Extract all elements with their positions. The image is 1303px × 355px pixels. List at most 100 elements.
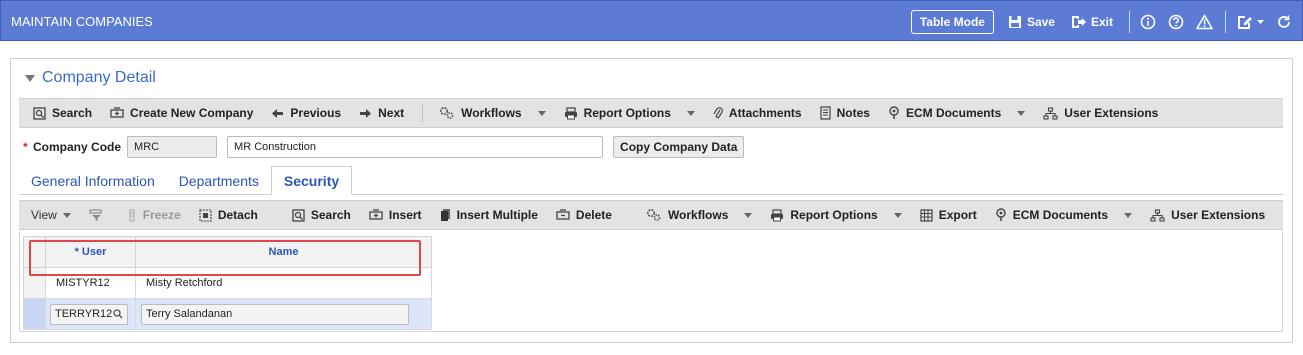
user-lookup-value: TERRYR12 (55, 308, 113, 320)
workflows-button[interactable]: Workflows (439, 106, 546, 120)
create-icon (110, 107, 124, 119)
grid-report-options-button[interactable]: Report Options (770, 208, 902, 222)
hierarchy-icon (1043, 106, 1058, 120)
detach-label: Detach (217, 208, 258, 222)
delete-label: Delete (575, 208, 612, 222)
magnifier-icon[interactable] (113, 309, 123, 319)
name-input[interactable]: Terry Salandanan (141, 303, 409, 325)
arrow-left-icon (271, 108, 284, 119)
user-lookup-input[interactable]: TERRYR12 (50, 303, 128, 325)
grid-search-label: Search (310, 208, 351, 222)
save-label: Save (1026, 15, 1055, 29)
toolbar-divider (422, 104, 424, 122)
security-grid-area: * User Name MISTYR12 Misty Retchford TER… (19, 231, 1283, 332)
edit-menu-icon[interactable] (1236, 14, 1264, 30)
dropdown-caret-icon (686, 110, 695, 116)
export-button[interactable]: Export (920, 208, 977, 222)
grid-user-extensions-button[interactable]: User Extensions (1150, 208, 1265, 222)
save-button[interactable]: Save (1008, 15, 1055, 29)
user-extensions-button[interactable]: User Extensions (1043, 106, 1158, 120)
row-selector[interactable] (23, 298, 46, 330)
company-code-field[interactable]: MRC (127, 136, 218, 158)
name-cell: Terry Salandanan (135, 298, 432, 330)
column-header-user[interactable]: * User (45, 236, 136, 268)
help-icon[interactable] (1168, 14, 1184, 30)
toolbar-divider (1129, 11, 1130, 33)
delete-button[interactable]: Delete (556, 208, 612, 222)
insert-label: Insert (388, 208, 422, 222)
company-name-field[interactable]: MR Construction (227, 136, 604, 158)
detach-button[interactable]: Detach (199, 208, 258, 222)
notes-icon (819, 106, 831, 120)
table-row[interactable]: MISTYR12 Misty Retchford (23, 267, 432, 299)
attachments-button[interactable]: Attachments (713, 106, 802, 120)
dropdown-caret-icon (744, 212, 753, 218)
paperclip-icon (713, 106, 723, 120)
collapse-icon (25, 74, 35, 82)
freeze-button[interactable]: Freeze (127, 208, 181, 222)
company-code-label: * Company Code (23, 140, 121, 154)
dropdown-caret-icon (1017, 110, 1026, 116)
ecm-icon (995, 208, 1007, 222)
search-label: Search (52, 106, 93, 120)
insert-multiple-button[interactable]: Insert Multiple (440, 208, 538, 222)
tab-security[interactable]: Security (270, 166, 353, 195)
warning-icon[interactable] (1196, 14, 1213, 30)
grid-search-button[interactable]: Search (292, 208, 351, 222)
insert-multiple-icon (440, 208, 451, 222)
company-code-row: * Company Code MRC MR Construction Copy … (23, 136, 745, 158)
dropdown-caret-icon (1124, 212, 1133, 218)
ecm-icon (888, 106, 900, 120)
row-selector[interactable] (23, 267, 46, 299)
insert-multiple-label: Insert Multiple (456, 208, 538, 222)
refresh-icon[interactable] (1276, 14, 1292, 30)
app-title: MAINTAIN COMPANIES (11, 14, 153, 29)
dropdown-caret-icon (893, 212, 902, 218)
attachments-label: Attachments (728, 106, 802, 120)
tab-departments[interactable]: Departments (167, 168, 271, 194)
save-icon (1008, 16, 1021, 28)
table-row[interactable]: TERRYR12 Terry Salandanan (23, 298, 432, 330)
report-options-button[interactable]: Report Options (564, 106, 695, 120)
record-toolbar: Search Create New Company Previous Next … (19, 98, 1283, 128)
grid-report-options-label: Report Options (790, 208, 878, 222)
next-button[interactable]: Next (359, 106, 404, 120)
detach-icon (199, 208, 212, 222)
notes-button[interactable]: Notes (819, 106, 870, 120)
previous-button[interactable]: Previous (271, 106, 341, 120)
report-options-label: Report Options (583, 106, 671, 120)
search-button[interactable]: Search (33, 106, 92, 120)
create-new-company-button[interactable]: Create New Company (110, 106, 253, 120)
exit-icon (1071, 16, 1086, 28)
column-header-name[interactable]: Name (135, 236, 432, 268)
filter-button[interactable] (89, 208, 109, 222)
filter-icon (89, 208, 103, 222)
view-button[interactable]: View (31, 208, 71, 222)
printer-icon (564, 106, 578, 120)
section-title: Company Detail (42, 69, 156, 86)
exit-button[interactable]: Exit (1071, 15, 1113, 29)
export-table-icon (920, 208, 933, 222)
section-header[interactable]: Company Detail (25, 69, 156, 87)
table-mode-button[interactable]: Table Mode (910, 10, 994, 34)
user-cell[interactable]: MISTYR12 (45, 267, 136, 299)
info-icon[interactable] (1140, 14, 1156, 30)
user-cell: TERRYR12 (45, 298, 136, 330)
view-label: View (31, 208, 57, 222)
tab-general-information[interactable]: General Information (19, 168, 167, 194)
copy-company-data-button[interactable]: Copy Company Data (613, 136, 745, 158)
freeze-icon (127, 208, 137, 222)
required-mark: * (23, 140, 28, 154)
previous-label: Previous (290, 106, 342, 120)
grid-ecm-documents-button[interactable]: ECM Documents (995, 208, 1133, 222)
arrow-right-icon (359, 108, 372, 119)
row-selector-header[interactable] (23, 236, 46, 268)
name-cell: Misty Retchford (135, 267, 432, 299)
search-icon (292, 208, 305, 222)
ecm-documents-button[interactable]: ECM Documents (888, 106, 1026, 120)
detail-tabs: General Information Departments Security (19, 166, 1283, 195)
printer-icon (770, 208, 784, 222)
grid-workflows-button[interactable]: Workflows (646, 208, 753, 222)
insert-button[interactable]: Insert (369, 208, 422, 222)
title-actions: Table Mode Save Exit (910, 9, 1292, 35)
